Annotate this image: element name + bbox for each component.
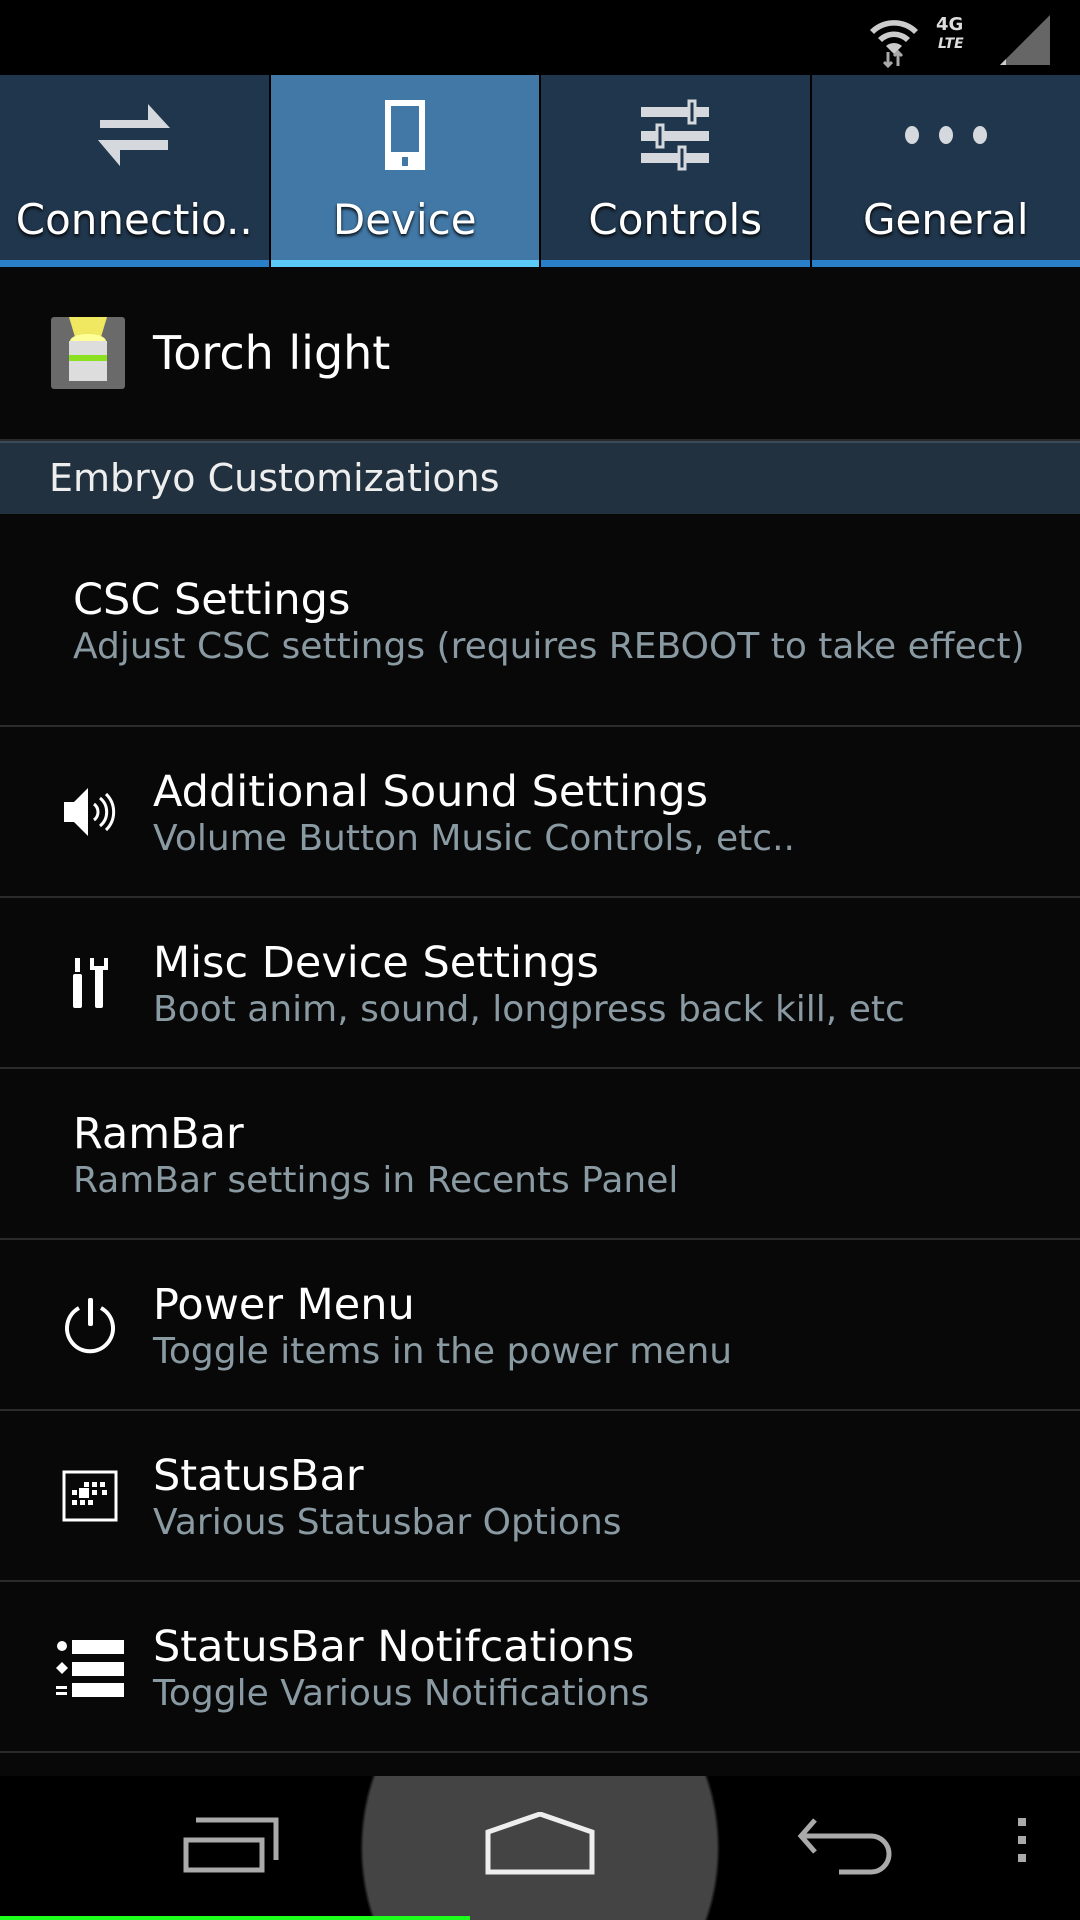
tab-label: General	[862, 195, 1029, 244]
item-subtitle: Boot anim, sound, longpress back kill, e…	[153, 988, 905, 1030]
svg-text:LTE: LTE	[938, 36, 964, 52]
phone-icon	[384, 100, 425, 170]
torch-light-item[interactable]: Torch light	[0, 267, 1080, 441]
list-item-sound-settings[interactable]: Additional Sound Settings Volume Button M…	[0, 727, 1080, 898]
list-icon	[50, 1636, 130, 1698]
svg-text:4G: 4G	[936, 14, 963, 35]
item-subtitle: Adjust CSC settings (requires REBOOT to …	[73, 625, 1025, 667]
item-title: CSC Settings	[73, 574, 351, 625]
torch-light-label: Torch light	[153, 326, 391, 380]
list-item-power-menu[interactable]: Power Menu Toggle items in the power menu	[0, 1240, 1080, 1411]
swap-arrows-icon	[98, 104, 171, 166]
tab-general[interactable]: General	[811, 75, 1080, 267]
tab-label: Controls	[588, 195, 763, 244]
signal-icon	[1000, 15, 1050, 65]
wifi-icon	[870, 20, 918, 68]
list-item-statusbar[interactable]: StatusBar Various Statusbar Options	[0, 1411, 1080, 1582]
item-title: StatusBar	[153, 1450, 364, 1501]
statusbar-grid-icon	[50, 1470, 130, 1522]
list-item-csc-settings[interactable]: CSC Settings Adjust CSC settings (require…	[0, 514, 1080, 727]
tab-controls[interactable]: Controls	[541, 75, 810, 267]
list-item-statusbar-notifications[interactable]: StatusBar Notifcations Toggle Various Not…	[0, 1582, 1080, 1753]
tab-label: Device	[332, 195, 477, 244]
item-subtitle: Toggle Various Notifications	[153, 1672, 650, 1714]
torch-icon	[50, 317, 126, 389]
progress-strip	[0, 1916, 470, 1920]
tab-label: Connectio..	[15, 195, 253, 244]
recents-button[interactable]	[180, 1816, 284, 1876]
home-button[interactable]	[484, 1812, 596, 1876]
speaker-icon	[50, 784, 130, 840]
item-title: Additional Sound Settings	[153, 766, 708, 817]
status-bar: 4G LTE	[0, 0, 1080, 75]
list-item-misc-device-settings[interactable]: Misc Device Settings Boot anim, sound, lo…	[0, 898, 1080, 1069]
tools-icon	[50, 956, 130, 1010]
tab-bar: Connectio.. Device Controls General	[0, 75, 1080, 267]
navigation-bar	[0, 1776, 1080, 1920]
item-title: StatusBar Notifcations	[153, 1621, 635, 1672]
item-subtitle: Volume Button Music Controls, etc..	[153, 817, 795, 859]
list-item-rambar[interactable]: RamBar RamBar settings in Recents Panel	[0, 1069, 1080, 1240]
more-dots-icon	[904, 126, 987, 144]
section-header: Embryo Customizations	[0, 441, 1080, 514]
lte-icon: 4GLTE	[936, 14, 964, 52]
item-subtitle: RamBar settings in Recents Panel	[73, 1159, 679, 1201]
tab-device[interactable]: Device	[270, 75, 539, 267]
power-icon	[50, 1296, 130, 1354]
item-title: RamBar	[73, 1108, 244, 1159]
item-title: Power Menu	[153, 1279, 415, 1330]
sliders-icon	[641, 99, 710, 171]
item-title: Misc Device Settings	[153, 937, 599, 988]
item-subtitle: Toggle items in the power menu	[153, 1330, 733, 1372]
menu-overflow-button[interactable]	[1016, 1816, 1028, 1864]
item-subtitle: Various Statusbar Options	[153, 1501, 622, 1543]
back-button[interactable]	[795, 1816, 905, 1876]
tab-connections[interactable]: Connectio..	[0, 75, 269, 267]
